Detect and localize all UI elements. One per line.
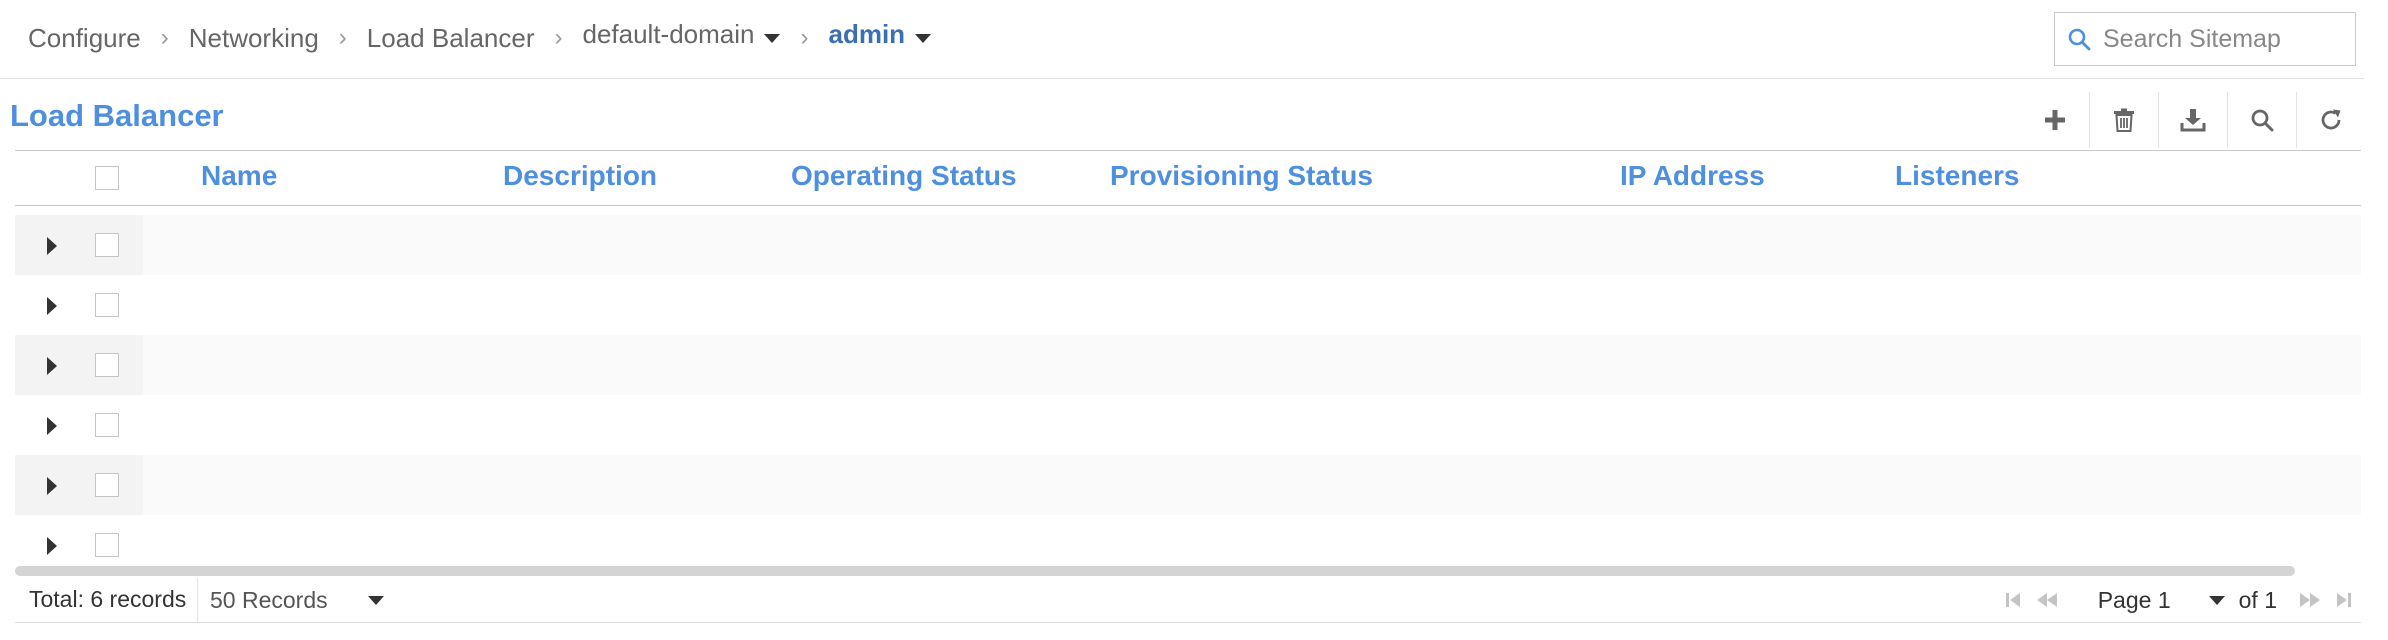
grid-body <box>15 215 2361 575</box>
chevron-right-icon: › <box>800 24 809 51</box>
caret-down-icon <box>367 595 384 605</box>
project-dropdown[interactable]: admin <box>828 19 932 54</box>
load-balancer-page: Configure › Networking › Load Balancer ›… <box>0 0 2388 640</box>
select-all-checkbox[interactable] <box>95 166 119 190</box>
search-icon <box>2068 28 2091 51</box>
horizontal-scrollbar[interactable] <box>15 566 2295 576</box>
expand-row-icon[interactable] <box>47 417 57 435</box>
caret-down-icon <box>2208 595 2225 605</box>
first-page-button[interactable] <box>1996 591 2030 609</box>
table-row[interactable] <box>15 275 2361 335</box>
table-row[interactable] <box>15 395 2361 455</box>
last-page-button[interactable] <box>2327 591 2361 609</box>
row-cells <box>143 395 2361 455</box>
search-button[interactable] <box>2227 92 2296 148</box>
column-header-ip-address[interactable]: IP Address <box>1620 160 1765 192</box>
add-button[interactable] <box>2020 92 2089 148</box>
page-dropdown[interactable]: Page 1 <box>2098 587 2225 614</box>
divider <box>15 205 2361 206</box>
chevron-right-icon: › <box>160 24 169 51</box>
table-row[interactable] <box>15 335 2361 395</box>
column-header-description[interactable]: Description <box>503 160 657 192</box>
page-title: Load Balancer <box>10 98 224 133</box>
column-header-operating-status[interactable]: Operating Status <box>791 160 1017 192</box>
grid-footer: Total: 6 records 50 Records Page 1 of 1 <box>15 578 2361 622</box>
first-page-icon <box>2005 593 2020 607</box>
page-size-label: 50 Records <box>210 586 328 613</box>
domain-dropdown[interactable]: default-domain <box>582 19 781 54</box>
breadcrumb-networking[interactable]: Networking <box>189 23 319 54</box>
caret-down-icon <box>915 33 932 43</box>
row-checkbox[interactable] <box>95 413 119 437</box>
refresh-button[interactable] <box>2296 92 2365 148</box>
divider <box>15 622 2361 623</box>
row-cells <box>143 215 2361 275</box>
row-gutter <box>15 395 143 455</box>
caret-down-icon <box>764 33 781 43</box>
domain-label: default-domain <box>582 18 755 49</box>
table-row[interactable] <box>15 455 2361 515</box>
page-size-dropdown[interactable]: 50 Records <box>197 578 384 622</box>
refresh-icon <box>2321 109 2341 130</box>
grid-header: Name Description Operating Status Provis… <box>15 150 2361 205</box>
page-count: of 1 <box>2238 586 2277 613</box>
project-label: admin <box>828 18 906 49</box>
search-sitemap <box>2054 12 2356 66</box>
row-checkbox[interactable] <box>95 473 119 497</box>
column-header-name[interactable]: Name <box>201 160 277 192</box>
divider <box>0 78 2364 79</box>
column-header-listeners[interactable]: Listeners <box>1895 160 2020 192</box>
trash-icon <box>2114 108 2134 132</box>
row-gutter <box>15 455 143 515</box>
grid-toolbar <box>2020 92 2365 148</box>
chevron-right-icon: › <box>338 24 347 51</box>
previous-page-icon <box>2036 593 2057 607</box>
search-icon <box>2251 109 2274 132</box>
column-header-provisioning-status[interactable]: Provisioning Status <box>1110 160 1373 192</box>
expand-row-icon[interactable] <box>47 357 57 375</box>
breadcrumb: Configure › Networking › Load Balancer ›… <box>28 18 932 58</box>
previous-page-button[interactable] <box>2030 591 2064 609</box>
export-button[interactable] <box>2158 92 2227 148</box>
download-icon <box>2180 109 2206 132</box>
next-page-button[interactable] <box>2293 591 2327 609</box>
row-gutter <box>15 275 143 335</box>
expand-row-icon[interactable] <box>47 537 57 555</box>
last-page-icon <box>2337 593 2351 607</box>
row-checkbox[interactable] <box>95 293 119 317</box>
row-checkbox[interactable] <box>95 533 119 557</box>
row-gutter <box>15 215 143 275</box>
total-records: Total: 6 records <box>29 586 187 612</box>
table-row[interactable] <box>15 215 2361 275</box>
expand-row-icon[interactable] <box>47 477 57 495</box>
next-page-icon <box>2300 593 2320 607</box>
page-label: Page 1 <box>2097 586 2171 613</box>
plus-icon <box>2044 110 2065 130</box>
row-cells <box>143 455 2361 515</box>
delete-button[interactable] <box>2089 92 2158 148</box>
row-cells <box>143 335 2361 395</box>
row-checkbox[interactable] <box>95 353 119 377</box>
row-gutter <box>15 335 143 395</box>
expand-row-icon[interactable] <box>47 297 57 315</box>
expand-row-icon[interactable] <box>47 237 57 255</box>
row-checkbox[interactable] <box>95 233 119 257</box>
search-input[interactable] <box>2103 24 2343 54</box>
breadcrumb-load-balancer[interactable]: Load Balancer <box>367 23 535 54</box>
chevron-right-icon: › <box>554 24 563 51</box>
pager: Page 1 of 1 <box>1996 578 2361 622</box>
row-cells <box>143 275 2361 335</box>
breadcrumb-configure[interactable]: Configure <box>28 23 141 54</box>
